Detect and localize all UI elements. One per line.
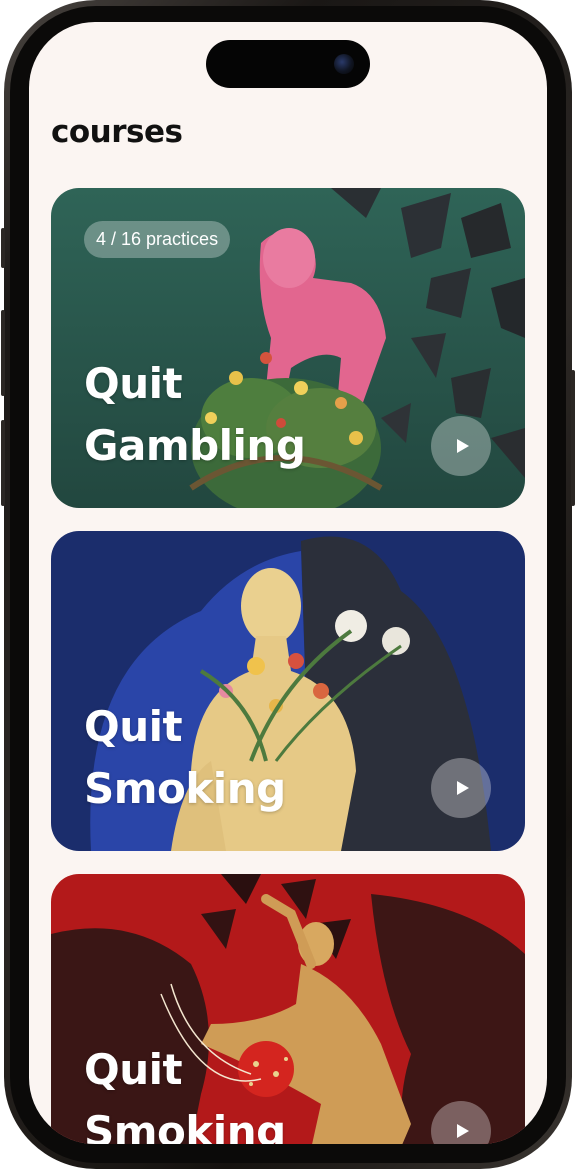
course-card-quit-smoking-2[interactable]: Quit Smoking [51, 874, 525, 1144]
page-title: courses [51, 114, 183, 150]
course-title-line-1: Quit [84, 1045, 183, 1094]
power-button [571, 370, 575, 506]
course-title: Quit Smoking [84, 1039, 286, 1144]
action-button [1, 228, 5, 268]
progress-badge: 4 / 16 practices [84, 221, 231, 258]
volume-down-button [1, 420, 5, 506]
course-title: Quit Smoking [84, 696, 286, 820]
course-title-line-2: Smoking [84, 1107, 286, 1144]
course-card-quit-smoking[interactable]: Quit Smoking [51, 531, 525, 851]
course-title: Quit Gambling [84, 353, 306, 477]
play-icon [457, 1124, 469, 1138]
play-button[interactable] [431, 758, 491, 818]
course-title-line-2: Gambling [84, 421, 306, 470]
course-title-line-1: Quit [84, 702, 183, 751]
course-card-quit-gambling[interactable]: 4 / 16 practices Quit Gambling [51, 188, 525, 508]
camera-lens [334, 54, 354, 74]
play-icon [457, 781, 469, 795]
course-title-line-2: Smoking [84, 764, 286, 813]
app-screen: courses 4 / 16 practices Quit Gambling Q… [29, 22, 547, 1144]
course-title-line-1: Quit [84, 359, 183, 408]
play-icon [457, 439, 469, 453]
play-button[interactable] [431, 416, 491, 476]
volume-up-button [1, 310, 5, 396]
dynamic-island [206, 40, 370, 88]
